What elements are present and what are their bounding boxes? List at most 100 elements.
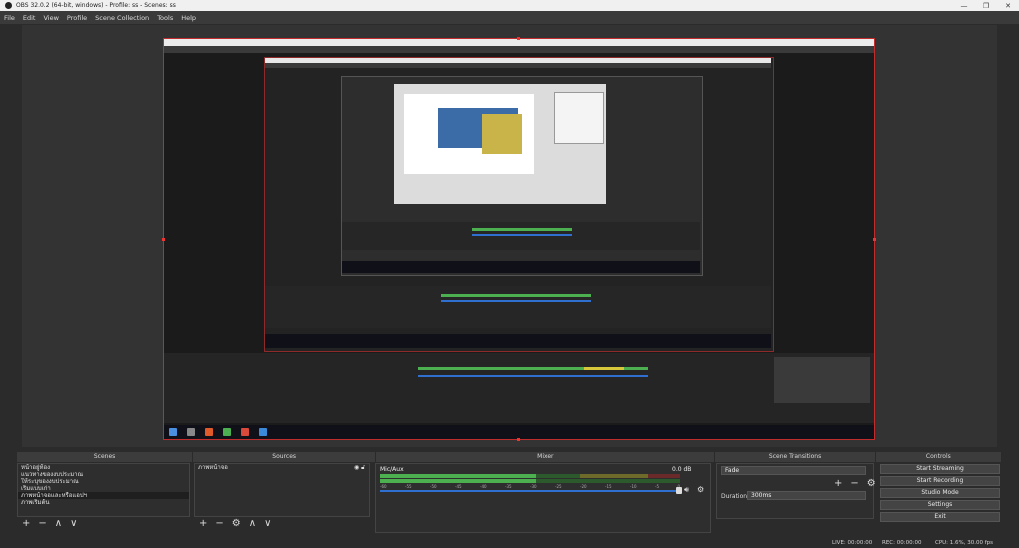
nested-meter-level1: [441, 294, 591, 297]
scene-item-selected[interactable]: ภาพหน้าจอและหรือแอปฯ: [18, 492, 189, 499]
nested-preview-2: [341, 76, 703, 276]
resize-handle[interactable]: [873, 238, 876, 241]
eye-icon[interactable]: ◉: [354, 464, 359, 471]
audio-meter-green-2: [380, 479, 536, 483]
maximize-icon[interactable]: ❐: [975, 2, 997, 10]
move-up-icon[interactable]: ∧: [55, 518, 62, 529]
menu-bar: File Edit View Profile Scene Collection …: [0, 11, 1019, 24]
remove-transition-icon[interactable]: −: [850, 478, 858, 489]
nested-meter: [472, 228, 572, 231]
close-icon[interactable]: ✕: [997, 2, 1019, 10]
windows-start-icon: [169, 428, 177, 436]
scene-item[interactable]: แนวทางของงบประมาณ: [18, 471, 189, 478]
resize-handle[interactable]: [162, 238, 165, 241]
nested-docks-main: [164, 353, 874, 423]
mixer-dock-title: Mixer: [376, 452, 716, 462]
remove-scene-icon[interactable]: −: [38, 518, 46, 529]
add-scene-icon[interactable]: +: [22, 518, 30, 529]
scenes-dock-title: Scenes: [17, 452, 194, 462]
nested-docks: [342, 222, 700, 250]
scenes-list[interactable]: หน้าอยู่ท้อง แนวทางของงบประมาณ ให้ระบุขอ…: [17, 463, 190, 517]
nested-taskbar-main: [164, 425, 874, 439]
controls-panel: Start Streaming Start Recording Studio M…: [878, 463, 1002, 525]
source-item-label: ภาพหน้าจอ: [198, 464, 228, 471]
nested-image-2: [482, 114, 522, 154]
add-transition-icon[interactable]: +: [834, 478, 842, 489]
remove-source-icon[interactable]: −: [215, 518, 223, 529]
mixer-db-value: 0.0 dB: [672, 466, 692, 473]
nested-preview: [264, 57, 774, 352]
sources-list[interactable]: ภาพหน้าจอ ◉ 🔓︎: [194, 463, 370, 517]
menu-tools[interactable]: Tools: [157, 14, 173, 22]
menu-view[interactable]: View: [43, 14, 58, 22]
menu-scene-collection[interactable]: Scene Collection: [95, 14, 149, 22]
move-down-icon[interactable]: ∨: [70, 518, 77, 529]
obs-logo-icon: [5, 2, 12, 9]
move-down-icon[interactable]: ∨: [264, 518, 271, 529]
nested-taskbar-level1: [265, 334, 771, 348]
nested-menu-bar-2: [265, 63, 771, 68]
sources-dock-title: Sources: [193, 452, 377, 462]
gear-icon[interactable]: ⚙: [867, 478, 876, 489]
nested-volume-level1: [441, 300, 591, 302]
nested-docks-level1: [265, 286, 771, 328]
studio-mode-button[interactable]: Studio Mode: [880, 488, 1000, 498]
menu-edit[interactable]: Edit: [23, 14, 36, 22]
scene-item[interactable]: ให้ระบุของงบประมาณ: [18, 478, 189, 485]
nested-volume-main: [418, 375, 648, 377]
nested-screen: [394, 84, 606, 204]
app-icon: [259, 428, 267, 436]
nested-meter-main-yellow: [584, 367, 624, 370]
scenes-toolbar: + − ∧ ∨: [22, 518, 77, 529]
dock-headers: Scenes Sources Mixer Scene Transitions C…: [17, 452, 1003, 462]
sources-toolbar: + − ⚙ ∧ ∨: [199, 518, 271, 529]
duration-label: Duration: [721, 493, 748, 500]
menu-profile[interactable]: Profile: [67, 14, 87, 22]
transitions-dock-title: Scene Transitions: [715, 452, 876, 462]
resize-handle[interactable]: [517, 438, 520, 441]
gear-icon[interactable]: ⚙: [232, 518, 241, 529]
status-rec: REC: 00:00:00: [882, 540, 922, 546]
volume-slider[interactable]: [380, 490, 680, 492]
nested-volume: [472, 234, 572, 236]
app-icon: [223, 428, 231, 436]
start-streaming-button[interactable]: Start Streaming: [880, 464, 1000, 474]
mixer-track-name: Mic/Aux: [380, 466, 404, 473]
add-source-icon[interactable]: +: [199, 518, 207, 529]
preview-canvas[interactable]: [163, 38, 875, 440]
window-title: OBS 32.0.2 (64-bit, windows) - Profile: …: [16, 2, 176, 9]
nested-title-bar: [164, 39, 874, 46]
scene-item[interactable]: ภาพเริ่มต้น: [18, 499, 189, 506]
exit-button[interactable]: Exit: [880, 512, 1000, 522]
volume-slider-handle[interactable]: [676, 487, 682, 494]
move-up-icon[interactable]: ∧: [249, 518, 256, 529]
start-recording-button[interactable]: Start Recording: [880, 476, 1000, 486]
scene-item[interactable]: เริ่มแบบเก่า: [18, 485, 189, 492]
nested-controls: [774, 357, 870, 403]
menu-file[interactable]: File: [4, 14, 15, 22]
gear-icon[interactable]: ⚙: [697, 485, 704, 494]
speaker-icon[interactable]: 🔊︎: [684, 485, 689, 495]
audio-meter-yellow-zone: [580, 474, 648, 478]
transitions-toolbar: + − ⚙: [834, 478, 876, 489]
resize-handle[interactable]: [517, 37, 520, 40]
search-icon: [187, 428, 195, 436]
title-bar: OBS 32.0.2 (64-bit, windows) - Profile: …: [0, 0, 1019, 11]
transition-type-select[interactable]: Fade: [721, 466, 866, 475]
source-item[interactable]: ภาพหน้าจอ ◉ 🔓︎: [195, 464, 369, 471]
settings-button[interactable]: Settings: [880, 500, 1000, 510]
nested-dialog: [554, 92, 604, 144]
audio-meter-red-zone: [648, 474, 680, 478]
menu-help[interactable]: Help: [181, 14, 196, 22]
mixer-panel: Mic/Aux 0.0 dB -60 -55 -50 -45 -40 -35 -30 -25-…: [375, 463, 711, 533]
app-icon: [241, 428, 249, 436]
scene-item[interactable]: หน้าอยู่ท้อง: [18, 464, 189, 471]
nested-menu-bar: [164, 46, 874, 53]
minimize-icon[interactable]: —: [953, 2, 975, 10]
lock-icon[interactable]: 🔓︎: [361, 464, 365, 471]
app-icon: [205, 428, 213, 436]
nested-webpage: [404, 94, 534, 174]
duration-input[interactable]: 300ms: [747, 491, 866, 500]
status-live: LIVE: 00:00:00: [832, 540, 873, 546]
transitions-panel: Fade + − ⚙ Duration 300ms: [716, 463, 876, 519]
